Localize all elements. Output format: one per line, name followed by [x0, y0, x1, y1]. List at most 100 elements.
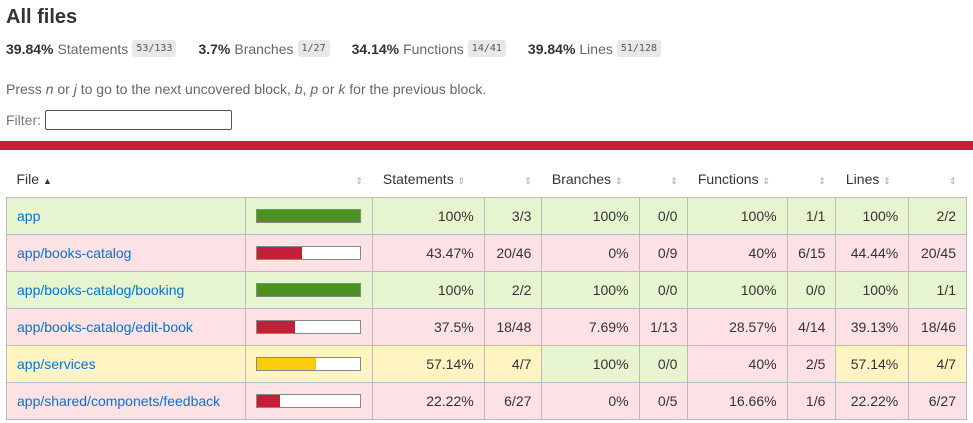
- functions-raw: 2/5: [786, 345, 837, 383]
- coverage-bar-fill: [256, 284, 360, 296]
- column-header-lines[interactable]: Lines ⇕: [835, 160, 909, 198]
- statements-pct: 57.14%: [372, 345, 485, 383]
- summary-pct: 34.14%: [351, 40, 400, 57]
- table-row: app/books-catalog/edit-book 37.5% 18/48 …: [6, 308, 967, 346]
- statements-pct: 37.5%: [372, 308, 485, 346]
- column-header-statements[interactable]: Statements ⇕: [372, 160, 485, 198]
- coverage-bar-cell: [244, 382, 374, 420]
- coverage-bar: [255, 283, 361, 297]
- statements-raw: 2/2: [483, 271, 543, 309]
- statements-raw: 18/48: [483, 308, 543, 346]
- lines-pct: 100%: [835, 271, 910, 309]
- branches-pct: 100%: [541, 345, 640, 383]
- branches-pct: 7.69%: [541, 308, 640, 346]
- functions-pct: 100%: [687, 197, 788, 235]
- coverage-bar-fill: [256, 321, 296, 333]
- column-header-functions-raw[interactable]: ⇕: [787, 160, 836, 198]
- functions-pct: 40%: [687, 234, 788, 272]
- column-header-statements-raw[interactable]: ⇕: [484, 160, 542, 198]
- statements-raw: 4/7: [483, 345, 543, 383]
- branches-raw: 0/0: [638, 345, 689, 383]
- table-row: app/books-catalog 43.47% 20/46 0% 0/9 40…: [6, 234, 967, 272]
- coverage-table: File ▲ ⇕ Statements ⇕ ⇕ Branches ⇕ ⇕ Fun…: [6, 160, 967, 420]
- branches-pct: 100%: [541, 271, 640, 309]
- lines-pct: 39.13%: [835, 308, 910, 346]
- summary-lines: 39.84% Lines 51/128: [528, 40, 661, 57]
- functions-pct: 16.66%: [687, 382, 788, 420]
- branches-raw: 0/0: [638, 197, 689, 235]
- sort-icon: ⇕: [670, 175, 678, 186]
- lines-raw: 6/27: [908, 382, 967, 420]
- statements-raw: 6/27: [483, 382, 543, 420]
- coverage-bar: [255, 394, 361, 408]
- column-header-functions[interactable]: Functions ⇕: [687, 160, 788, 198]
- table-row: app/books-catalog/booking 100% 2/2 100% …: [6, 271, 967, 309]
- summary-pct: 39.84%: [527, 40, 576, 57]
- file-link[interactable]: app: [17, 208, 40, 224]
- file-cell: app/books-catalog/booking: [6, 271, 246, 309]
- coverage-bar-fill: [256, 395, 280, 407]
- branches-raw: 0/5: [638, 382, 689, 420]
- coverage-bar: [255, 357, 361, 371]
- summary-statements: 39.84% Statements 53/133: [6, 40, 177, 57]
- lines-raw: 4/7: [908, 345, 967, 383]
- branches-raw: 0/9: [638, 234, 689, 272]
- file-cell: app/books-catalog: [6, 234, 246, 272]
- summary-label: Statements: [57, 40, 129, 57]
- branches-pct: 100%: [541, 197, 640, 235]
- file-link[interactable]: app/books-catalog: [17, 245, 131, 261]
- lines-pct: 22.22%: [835, 382, 910, 420]
- summary-branches: 3.7% Branches 1/27: [198, 40, 330, 57]
- column-header-branches[interactable]: Branches ⇕: [541, 160, 640, 198]
- file-link[interactable]: app/books-catalog/booking: [17, 282, 184, 298]
- file-cell: app/books-catalog/edit-book: [6, 308, 246, 346]
- functions-raw: 4/14: [786, 308, 837, 346]
- summary-label: Functions: [403, 40, 464, 57]
- file-link[interactable]: app/shared/componets/feedback: [17, 393, 220, 409]
- functions-raw: 1/1: [786, 197, 837, 235]
- table-header: File ▲ ⇕ Statements ⇕ ⇕ Branches ⇕ ⇕ Fun…: [6, 160, 967, 198]
- branches-pct: 0%: [541, 382, 640, 420]
- table-row: app/services 57.14% 4/7 100% 0/0 40% 2/5…: [6, 345, 967, 383]
- functions-raw: 0/0: [786, 271, 837, 309]
- coverage-bar: [255, 209, 361, 223]
- summary-fraction: 1/27: [297, 40, 330, 57]
- branches-pct: 0%: [541, 234, 640, 272]
- column-header-branches-raw[interactable]: ⇕: [639, 160, 688, 198]
- coverage-bar-cell: [244, 308, 374, 346]
- coverage-summary: 39.84% Statements 53/133 3.7% Branches 1…: [6, 40, 683, 57]
- statements-raw: 3/3: [483, 197, 543, 235]
- coverage-bar: [255, 320, 361, 334]
- lines-pct: 100%: [835, 197, 910, 235]
- summary-fraction: 53/133: [132, 40, 177, 57]
- coverage-bar-fill: [256, 210, 360, 222]
- sort-icon: ⇕: [457, 175, 466, 186]
- functions-raw: 6/15: [786, 234, 837, 272]
- status-bar: [0, 141, 973, 150]
- functions-pct: 40%: [687, 345, 788, 383]
- summary-fraction: 14/41: [467, 40, 506, 57]
- lines-raw: 18/46: [908, 308, 967, 346]
- file-link[interactable]: app/books-catalog/edit-book: [17, 319, 193, 335]
- functions-pct: 100%: [687, 271, 788, 309]
- column-header-lines-raw[interactable]: ⇕: [908, 160, 967, 198]
- column-header-bar[interactable]: ⇕: [245, 160, 373, 198]
- coverage-bar: [255, 246, 361, 260]
- branches-raw: 0/0: [638, 271, 689, 309]
- file-link[interactable]: app/services: [17, 356, 96, 372]
- statements-pct: 100%: [372, 197, 485, 235]
- coverage-bar-cell: [244, 271, 374, 309]
- coverage-bar-cell: [244, 234, 374, 272]
- sort-icon: ⇕: [883, 175, 891, 186]
- column-header-file[interactable]: File ▲: [6, 160, 246, 198]
- functions-raw: 1/6: [786, 382, 837, 420]
- lines-pct: 44.44%: [835, 234, 910, 272]
- filter-input[interactable]: [45, 110, 232, 130]
- file-cell: app/shared/componets/feedback: [6, 382, 246, 420]
- table-row: app 100% 3/3 100% 0/0 100% 1/1 100% 2/2: [6, 197, 967, 235]
- page-title: All files: [6, 6, 78, 28]
- coverage-bar-cell: [244, 197, 374, 235]
- coverage-bar-fill: [256, 358, 316, 370]
- keyboard-hint: Press n or j to go to the next uncovered…: [6, 81, 487, 97]
- lines-pct: 57.14%: [835, 345, 910, 383]
